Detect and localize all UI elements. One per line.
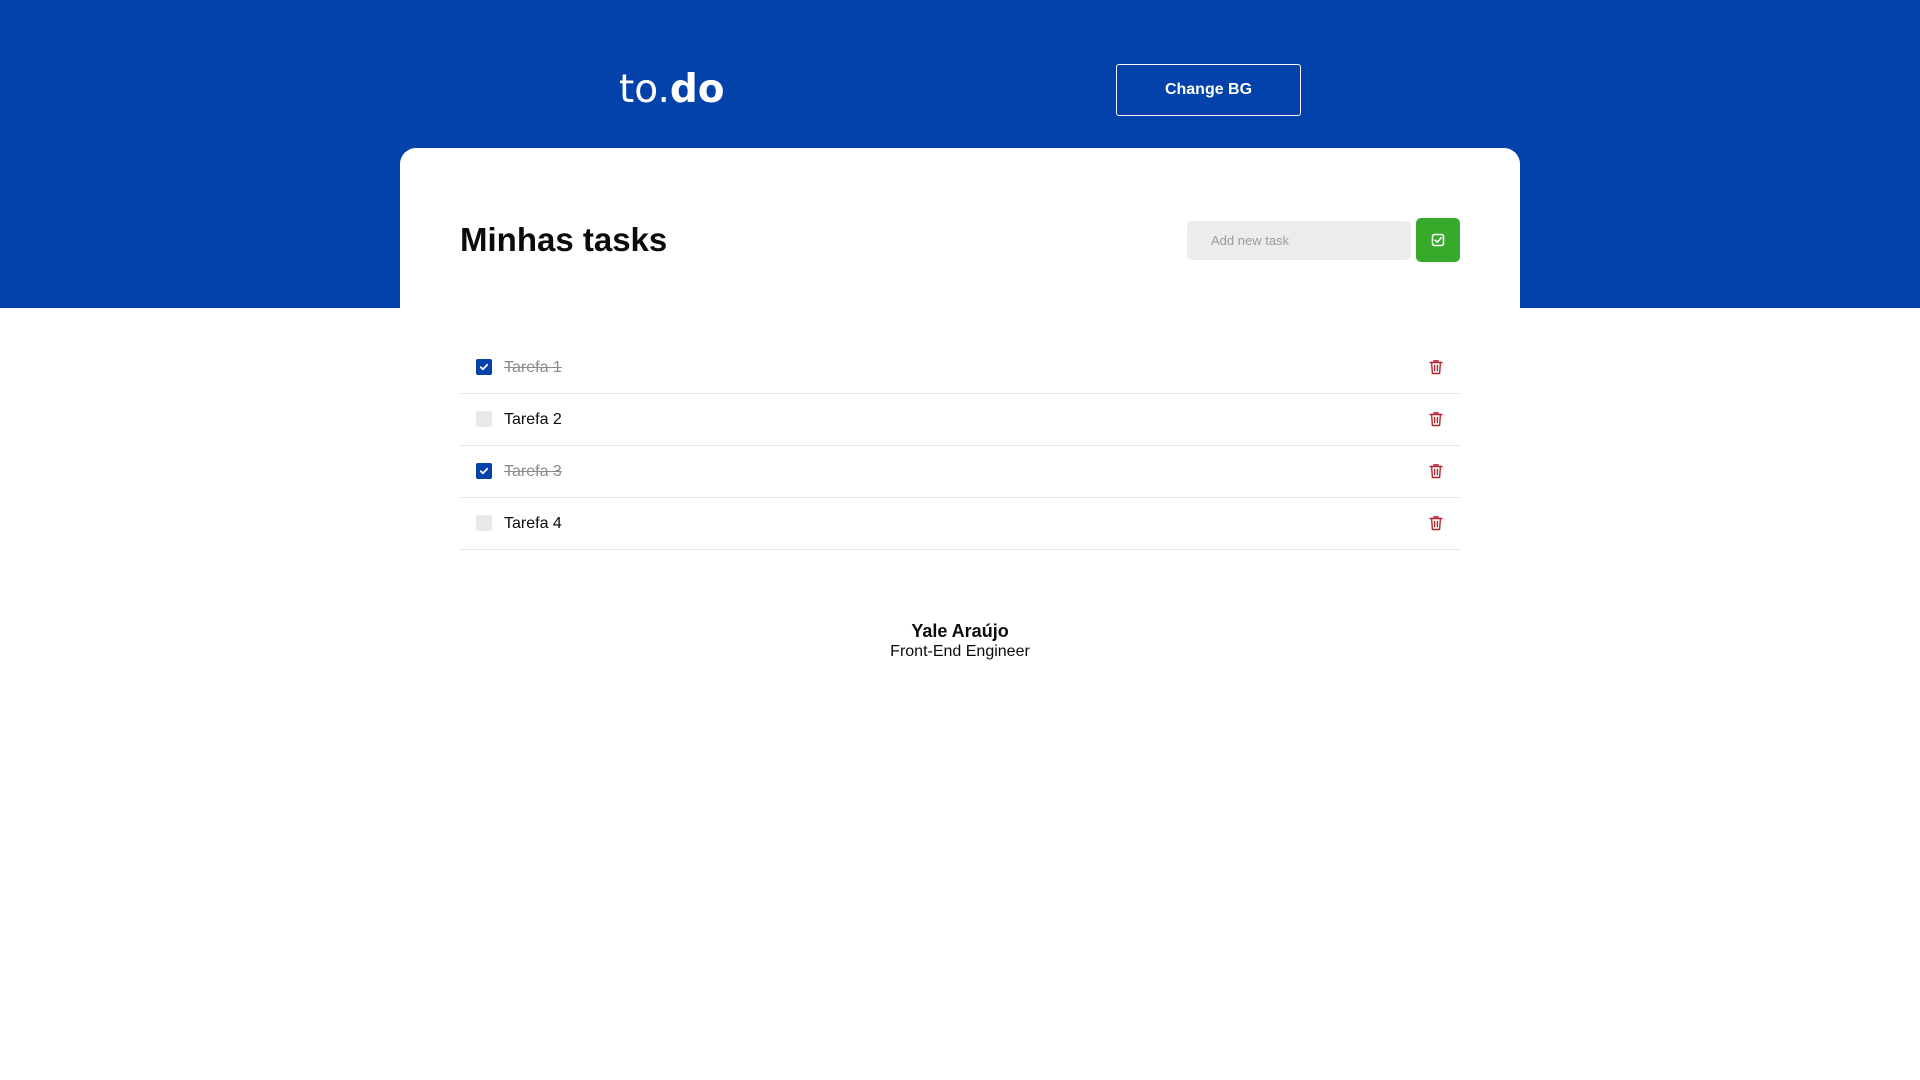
task-checkbox[interactable] xyxy=(476,463,492,479)
footer: Yale Araújo Front-End Engineer xyxy=(860,620,1060,662)
new-task-input[interactable] xyxy=(1187,221,1411,260)
task-row: Tarefa 4 xyxy=(460,498,1460,550)
author-role: Front-End Engineer xyxy=(890,643,1030,660)
change-bg-button[interactable]: Change BG xyxy=(1116,64,1301,116)
delete-task-button[interactable] xyxy=(1426,513,1446,533)
check-icon xyxy=(479,467,489,475)
delete-task-button[interactable] xyxy=(1426,357,1446,377)
trash-icon xyxy=(1429,516,1443,531)
delete-task-button[interactable] xyxy=(1426,409,1446,429)
author-name: Yale Araújo xyxy=(911,621,1009,641)
task-list: Tarefa 1 Tarefa 2 Tarefa 3 Tarefa 4 xyxy=(460,342,1460,550)
trash-icon xyxy=(1429,464,1443,479)
task-checkbox[interactable] xyxy=(476,359,492,375)
delete-task-button[interactable] xyxy=(1426,461,1446,481)
task-row: Tarefa 2 xyxy=(460,394,1460,446)
add-task-button[interactable] xyxy=(1416,218,1460,262)
task-checkbox[interactable] xyxy=(476,411,492,427)
task-label: Tarefa 3 xyxy=(504,463,562,480)
task-row: Tarefa 1 xyxy=(460,342,1460,394)
check-icon xyxy=(479,363,489,371)
trash-icon xyxy=(1429,360,1443,375)
logo-text-bold: do xyxy=(669,67,725,112)
trash-icon xyxy=(1429,412,1443,427)
checkbox-check-icon xyxy=(1431,233,1445,247)
task-row: Tarefa 3 xyxy=(460,446,1460,498)
task-label: Tarefa 2 xyxy=(504,411,562,428)
task-label: Tarefa 1 xyxy=(504,359,562,376)
task-checkbox[interactable] xyxy=(476,515,492,531)
page-title: Minhas tasks xyxy=(460,221,668,258)
task-label: Tarefa 4 xyxy=(504,515,562,532)
logo-text-light: to. xyxy=(619,67,670,112)
app-logo: to.do xyxy=(619,66,725,114)
